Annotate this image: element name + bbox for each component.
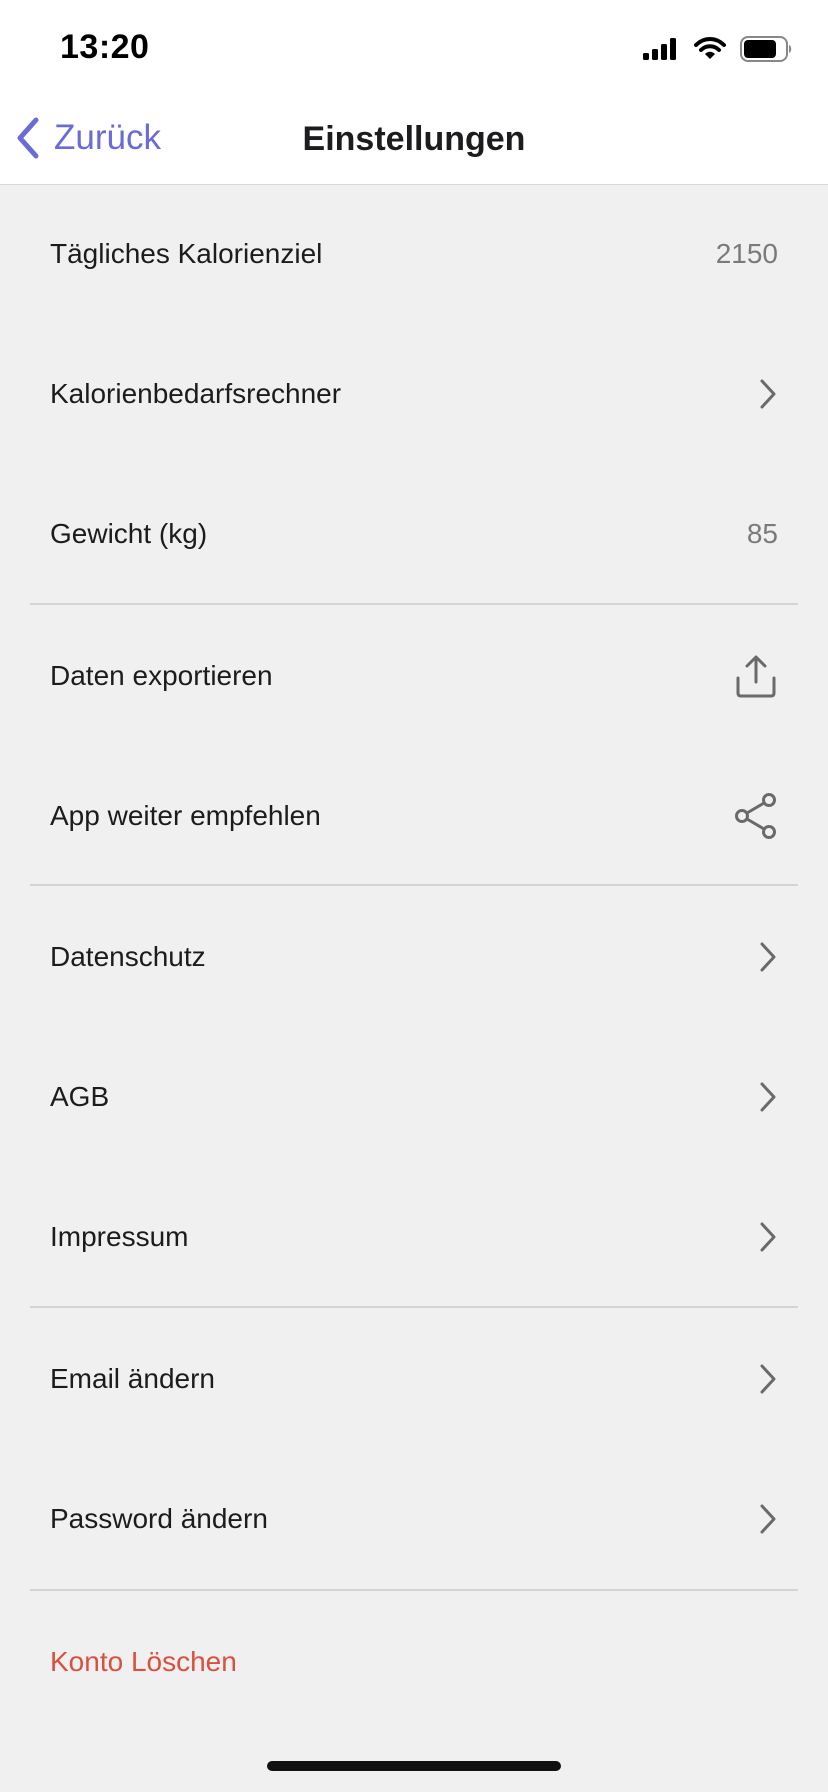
section-divider bbox=[30, 884, 798, 886]
delete-account-button[interactable]: Konto Löschen bbox=[0, 1592, 828, 1732]
status-time: 13:20 bbox=[60, 28, 150, 66]
settings-row-label: App weiter empfehlen bbox=[50, 800, 321, 831]
chevron-right-icon bbox=[758, 1503, 778, 1535]
settings-row-label: Gewicht (kg) bbox=[50, 518, 208, 549]
settings-row-imprint[interactable]: Impressum bbox=[0, 1167, 828, 1307]
settings-row-export-data[interactable]: Daten exportieren bbox=[0, 606, 828, 746]
settings-row-label: Email ändern bbox=[50, 1363, 215, 1394]
home-indicator[interactable] bbox=[267, 1761, 561, 1771]
share-nodes-icon bbox=[734, 793, 778, 839]
settings-row-label: AGB bbox=[50, 1081, 110, 1112]
settings-row-change-email[interactable]: Email ändern bbox=[0, 1309, 828, 1449]
chevron-right-icon bbox=[758, 1081, 778, 1113]
settings-row-change-password[interactable]: Password ändern bbox=[0, 1449, 828, 1589]
share-upload-icon bbox=[734, 654, 778, 698]
settings-row-terms[interactable]: AGB bbox=[0, 1027, 828, 1167]
battery-icon bbox=[740, 36, 792, 62]
wifi-icon bbox=[694, 37, 726, 59]
navigation-header: 13:20 Zurück Einstellungen bbox=[0, 0, 828, 185]
page-title: Einstellungen bbox=[302, 120, 526, 158]
settings-row-label: Daten exportieren bbox=[50, 660, 273, 691]
daily-calorie-goal-value: 2150 bbox=[715, 238, 778, 269]
settings-row-label: Password ändern bbox=[50, 1503, 268, 1534]
settings-row-daily-calorie-goal[interactable]: Tägliches Kalorienziel 2150 bbox=[0, 184, 828, 324]
chevron-right-icon bbox=[758, 941, 778, 973]
settings-row-recommend-app[interactable]: App weiter empfehlen bbox=[0, 746, 828, 886]
settings-row-label: Datenschutz bbox=[50, 941, 206, 972]
delete-account-label: Konto Löschen bbox=[50, 1646, 237, 1677]
settings-row-label: Tägliches Kalorienziel bbox=[50, 238, 323, 269]
section-divider bbox=[30, 1589, 798, 1591]
section-divider bbox=[30, 1306, 798, 1308]
settings-row-label: Kalorienbedarfsrechner bbox=[50, 378, 342, 409]
weight-value: 85 bbox=[746, 518, 778, 549]
chevron-right-icon bbox=[758, 378, 778, 410]
status-icons bbox=[642, 34, 794, 64]
settings-row-weight[interactable]: Gewicht (kg) 85 bbox=[0, 464, 828, 604]
settings-row-privacy[interactable]: Datenschutz bbox=[0, 887, 828, 1027]
chevron-right-icon bbox=[758, 1363, 778, 1395]
settings-row-label: Impressum bbox=[50, 1221, 189, 1252]
section-divider bbox=[30, 603, 798, 605]
settings-row-calorie-calculator[interactable]: Kalorienbedarfsrechner bbox=[0, 324, 828, 464]
cellular-signal-icon bbox=[643, 38, 676, 60]
chevron-right-icon bbox=[758, 1221, 778, 1253]
